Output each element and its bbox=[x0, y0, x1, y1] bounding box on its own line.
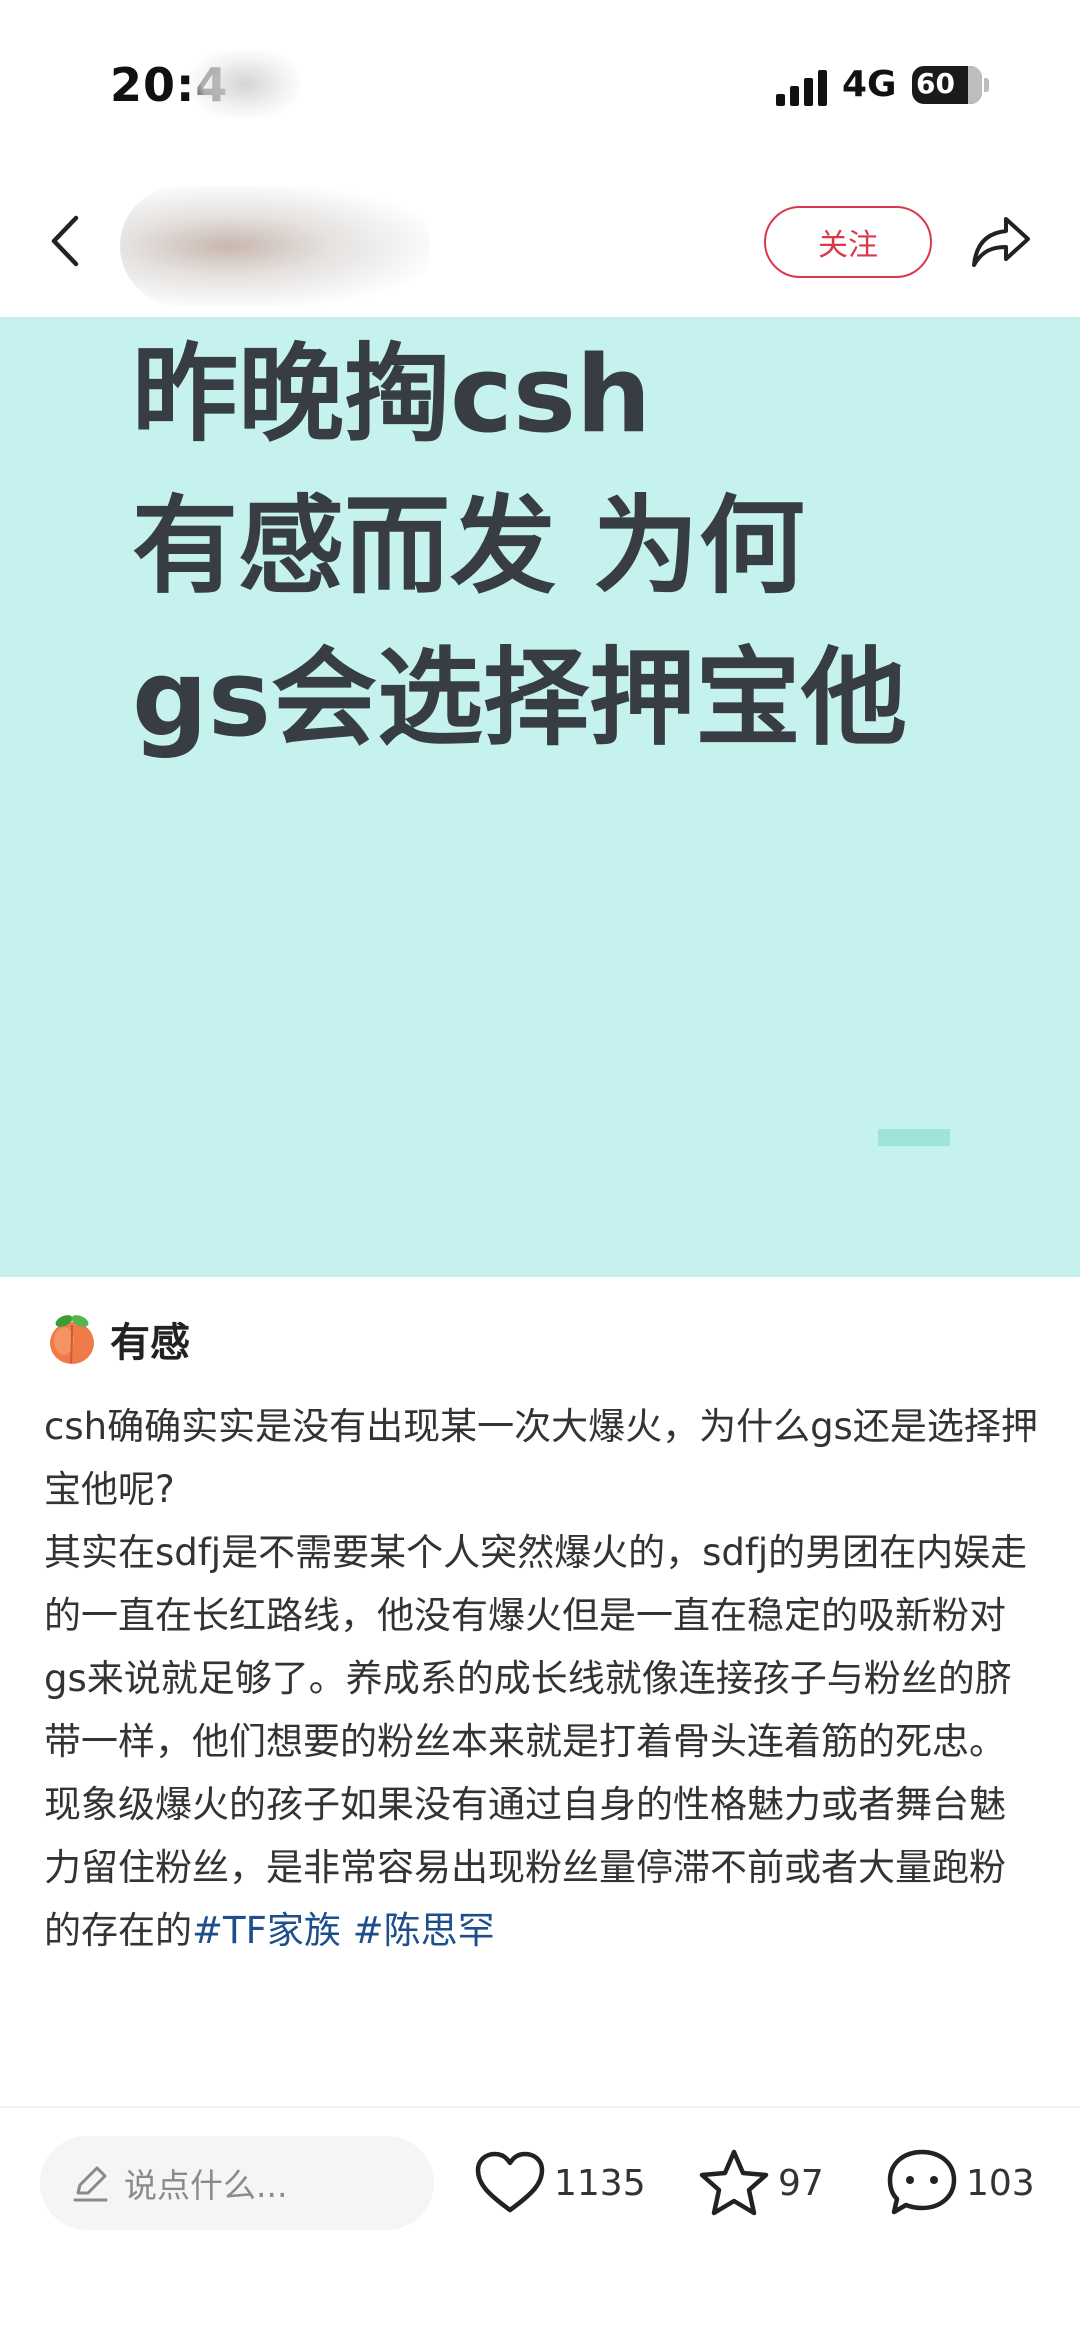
status-bar: 20:4 4G 60 bbox=[0, 0, 1080, 170]
hashtag-link[interactable]: #TF家族 bbox=[192, 1909, 341, 1952]
battery-level: 60 bbox=[916, 67, 955, 100]
cover-text-line: gs会选择押宝他 bbox=[132, 637, 907, 760]
network-label: 4G bbox=[842, 64, 897, 105]
comment-button[interactable]: 103 bbox=[886, 2146, 1035, 2220]
star-icon bbox=[699, 2149, 769, 2216]
post-paragraph: 现象级爆火的孩子如果没有通过自身的性格魅力或者舞台魅力留住粉丝，是非常容易出现粉… bbox=[44, 1773, 1040, 1962]
comment-input[interactable]: 说点什么... bbox=[40, 2136, 434, 2230]
heart-icon bbox=[475, 2151, 545, 2213]
bottom-divider bbox=[0, 2106, 1080, 2108]
collect-count: 97 bbox=[778, 2162, 824, 2204]
signal-icon bbox=[776, 70, 827, 106]
collect-button[interactable]: 97 bbox=[698, 2146, 824, 2220]
back-arrow-icon bbox=[51, 215, 79, 267]
cover-text-line: 昨晚掏csh bbox=[132, 333, 652, 456]
post-title-text: 有感 bbox=[110, 1320, 190, 1366]
share-icon bbox=[972, 217, 1030, 267]
cover-text-line: 有感而发 为何 bbox=[132, 485, 805, 608]
peach-icon bbox=[50, 1315, 94, 1364]
post-body: csh确确实实是没有出现某一次大爆火，为什么gs还是选择押宝他呢? 其实在sdf… bbox=[44, 1395, 1040, 1962]
status-time-blur bbox=[190, 50, 300, 118]
follow-button[interactable]: 关注 bbox=[764, 206, 932, 278]
post-title: 有感 bbox=[44, 1307, 190, 1371]
cover-image[interactable]: 昨晚掏csh 有感而发 为何 gs会选择押宝他 bbox=[0, 317, 1080, 1277]
like-button[interactable]: 1135 bbox=[474, 2146, 646, 2220]
comment-placeholder: 说点什么... bbox=[124, 2166, 288, 2205]
battery-icon: 60 bbox=[912, 66, 982, 104]
comment-count: 103 bbox=[966, 2162, 1035, 2204]
post-paragraph: 其实在sdfj是不需要某个人突然爆火的，sdfj的男团在内娱走的一直在长红路线，… bbox=[44, 1531, 1028, 1763]
author-info-blurred[interactable] bbox=[120, 186, 430, 306]
post-paragraph: csh确确实实是没有出现某一次大爆火，为什么gs还是选择押宝他呢? bbox=[44, 1405, 1038, 1511]
back-button[interactable] bbox=[40, 206, 90, 276]
pencil-icon bbox=[73, 2166, 108, 2202]
share-button[interactable] bbox=[966, 210, 1036, 274]
hashtag-link[interactable]: #陈思罕 bbox=[353, 1909, 495, 1952]
like-count: 1135 bbox=[554, 2162, 646, 2204]
battery-tip bbox=[984, 78, 989, 92]
carousel-indicator bbox=[878, 1129, 950, 1146]
comment-bubble-icon bbox=[887, 2149, 957, 2215]
post-paragraph-text: 现象级爆火的孩子如果没有通过自身的性格魅力或者舞台魅力留住粉丝，是非常容易出现粉… bbox=[44, 1783, 1006, 1952]
